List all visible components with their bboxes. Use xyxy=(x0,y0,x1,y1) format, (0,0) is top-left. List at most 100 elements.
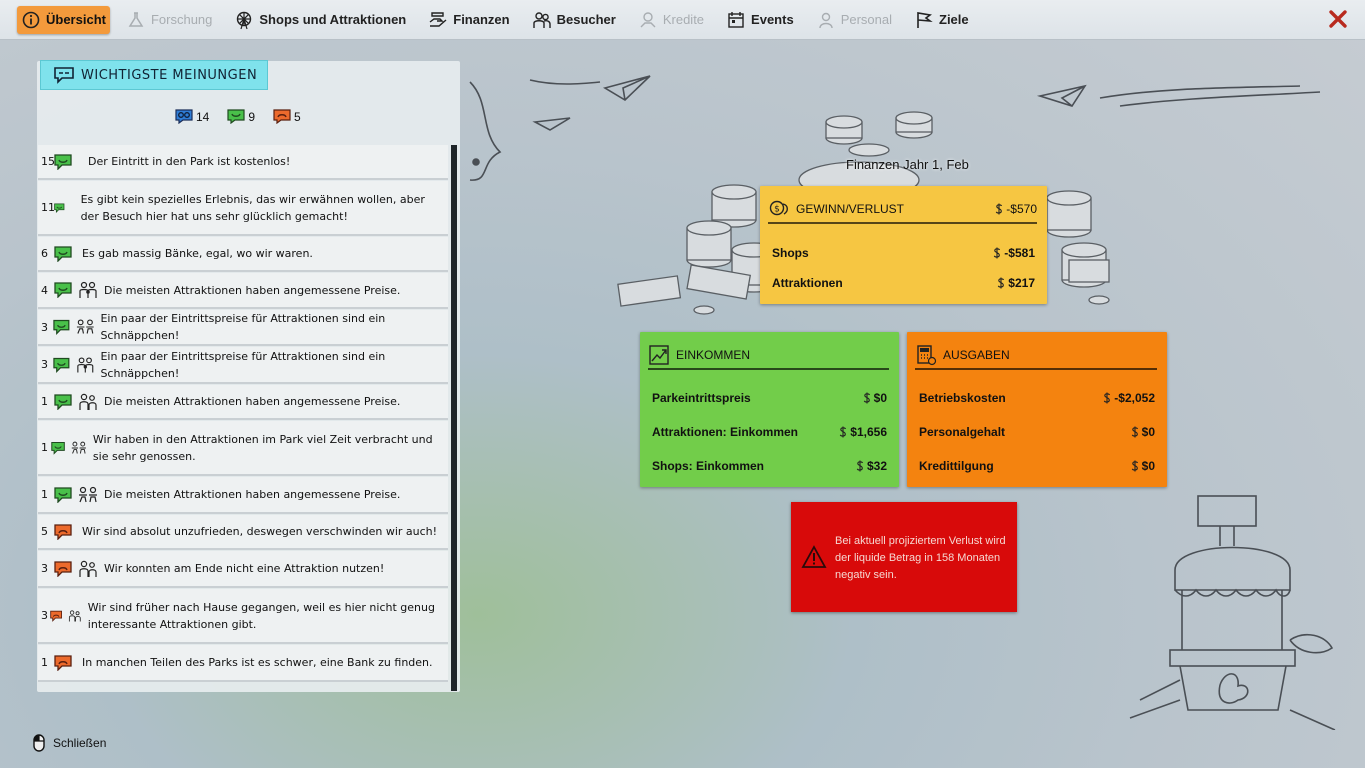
projected-loss-warning: Bei aktuell projiziertem Verlust wird de… xyxy=(791,502,1017,612)
opinion-row[interactable]: 15 Der Eintritt in den Park ist kostenlos… xyxy=(38,145,448,180)
speech-bubble-icon xyxy=(54,67,74,84)
opinion-text: Ein paar der Eintrittspreise für Attrakt… xyxy=(100,312,386,342)
income-title: EINKOMMEN xyxy=(676,348,751,362)
svg-text:$: $ xyxy=(774,205,780,215)
opinion-row[interactable]: 3 Wir konnten am Ende nicht eine Attrakti… xyxy=(38,551,448,588)
guest-group-teens-icon xyxy=(76,319,94,334)
income-card: EINKOMMEN Parkeintrittspreis $0 Attrakti… xyxy=(640,332,899,487)
opinions-title: WICHTIGSTE MEINUNGEN xyxy=(81,67,258,83)
tab-label: Kredite xyxy=(662,12,705,27)
opinion-row[interactable]: 1 Die meisten Attraktionen haben angemess… xyxy=(38,477,448,514)
positive-opinion-icon xyxy=(54,245,72,262)
currency-icon xyxy=(839,426,847,438)
positive-opinion-icon xyxy=(54,486,72,503)
tab-label: Forschung xyxy=(150,12,213,27)
tab-personal[interactable]: Personal xyxy=(812,6,898,34)
rising-chart-icon xyxy=(649,345,669,365)
expenses-line-operating: Betriebskosten -$2,052 xyxy=(919,391,1155,405)
tab-forschung[interactable]: Forschung xyxy=(122,6,218,34)
opinion-text: Es gibt kein spezielles Erlebnis, das wi… xyxy=(80,192,425,223)
market-stall-sketch xyxy=(1129,495,1336,730)
currency-icon xyxy=(856,460,864,472)
finance-period-title: Finanzen Jahr 1, Feb xyxy=(846,157,969,172)
expenses-header: AUSGABEN xyxy=(915,342,1157,370)
income-header: EINKOMMEN xyxy=(648,342,889,370)
opinion-row[interactable]: 1 Wir haben in den Attraktionen im Park v… xyxy=(38,421,448,476)
profit-loss-title: GEWINN/VERLUST xyxy=(796,202,905,216)
currency-icon xyxy=(1131,460,1139,472)
positive-opinion-icon xyxy=(53,319,70,335)
opinion-row[interactable]: 3 Ein paar der Eintrittspreise für Attrak… xyxy=(38,347,448,384)
neutral-opinion-icon xyxy=(175,109,193,124)
opinions-list: 15 Der Eintritt in den Park ist kostenlos… xyxy=(38,145,450,691)
tab-label: Shops und Attraktionen xyxy=(259,12,407,27)
currency-icon xyxy=(997,277,1005,289)
opinion-row[interactable]: 5 Wir sind absolut unzufrieden, deswegen … xyxy=(38,515,448,550)
guest-group-teens-icon xyxy=(79,486,97,502)
opinion-row[interactable]: 3 Wir sind früher nach Hause gegangen, we… xyxy=(38,589,448,644)
tab-label: Besucher xyxy=(556,12,616,27)
opinion-row[interactable]: 1 Die meisten Attraktionen haben angemess… xyxy=(38,385,448,420)
guest-group-adults-icon xyxy=(69,609,81,621)
positive-opinion-icon xyxy=(54,203,65,213)
info-icon xyxy=(21,10,41,30)
currency-icon xyxy=(1103,392,1111,404)
close-label: Schließen xyxy=(53,736,107,750)
opinion-text: Die meisten Attraktionen haben angemesse… xyxy=(104,283,401,297)
guest-group-family-icon xyxy=(79,281,97,298)
opinion-row[interactable]: 4 Die meisten Attraktionen haben angemess… xyxy=(38,273,448,309)
opinion-text: Wir haben in den Attraktionen im Park vi… xyxy=(92,432,433,463)
currency-icon xyxy=(1131,426,1139,438)
tab-shops-und-attraktionen[interactable]: Shops und Attraktionen xyxy=(230,6,412,34)
tab-besucher[interactable]: Besucher xyxy=(528,6,622,34)
calendar-icon xyxy=(726,10,746,30)
opinion-text: Wir konnten am Ende nicht eine Attraktio… xyxy=(104,562,385,575)
guest-group-family-icon xyxy=(77,356,94,372)
negative-opinion-icon xyxy=(273,109,291,124)
warning-text: Bei aktuell projiziertem Verlust wird de… xyxy=(835,535,1006,581)
currency-icon xyxy=(995,203,1003,215)
visitors-icon xyxy=(532,10,552,30)
tab-label: Übersicht xyxy=(46,12,106,27)
opinions-scrollbar[interactable] xyxy=(451,145,457,691)
profit-line-attractions: Attraktionen $217 xyxy=(772,276,1035,290)
opinion-count: 3 xyxy=(41,562,48,575)
negative-opinion-icon xyxy=(54,523,72,540)
opinion-count: 5 xyxy=(41,525,48,538)
opinion-text: Die meisten Attraktionen haben angemesse… xyxy=(104,488,401,501)
opinion-text: Wir sind früher nach Hause gegangen, wei… xyxy=(87,600,435,631)
opinion-count: 3 xyxy=(41,609,48,622)
profit-line-shops: Shops -$581 xyxy=(772,246,1035,260)
income-line-attractions: Attraktionen: Einkommen $1,656 xyxy=(652,425,887,439)
tab-uebersicht[interactable]: Übersicht xyxy=(17,5,110,34)
opinion-row[interactable]: 11 Es gibt kein spezielles Erlebnis, das … xyxy=(38,181,448,236)
tab-kredite[interactable]: Kredite xyxy=(634,6,710,34)
opinion-row[interactable]: 6 Es gab massig Bänke, egal, wo wir waren… xyxy=(38,237,448,272)
currency-icon xyxy=(993,247,1001,259)
positive-opinion-icon xyxy=(53,357,70,373)
tab-label: Finanzen xyxy=(453,12,510,27)
calculator-icon xyxy=(917,345,937,366)
neutral-count: 14 xyxy=(175,109,209,124)
opinion-count: 1 xyxy=(41,656,48,669)
expenses-card: AUSGABEN Betriebskosten -$2,052 Personal… xyxy=(907,332,1167,487)
tab-finanzen[interactable]: Finanzen xyxy=(424,6,515,34)
opinion-count: 3 xyxy=(41,358,48,371)
tab-ziele[interactable]: Ziele xyxy=(910,6,975,34)
opinion-row[interactable]: 3 Ein paar der Eintrittspreise für Attrak… xyxy=(38,310,448,346)
negative-opinion-icon xyxy=(50,610,62,622)
tab-events[interactable]: Events xyxy=(722,6,800,34)
opinion-count: 1 xyxy=(41,441,48,454)
income-line-shops: Shops: Einkommen $32 xyxy=(652,459,887,473)
opinion-row[interactable]: 1 In manchen Teilen des Parks ist es schw… xyxy=(38,645,448,682)
mouse-icon xyxy=(33,734,45,752)
tab-label: Ziele xyxy=(939,12,969,27)
income-line-park-entry: Parkeintrittspreis $0 xyxy=(652,391,887,405)
close-window-button[interactable] xyxy=(1325,6,1351,32)
flag-icon xyxy=(914,10,934,30)
opinion-text: Es gab massig Bänke, egal, wo wir waren. xyxy=(82,247,313,260)
close-overview-button[interactable]: Schließen xyxy=(30,734,106,752)
positive-opinion-icon xyxy=(51,441,65,455)
positive-opinion-icon xyxy=(54,393,72,410)
opinions-panel-header: WICHTIGSTE MEINUNGEN xyxy=(40,60,269,90)
